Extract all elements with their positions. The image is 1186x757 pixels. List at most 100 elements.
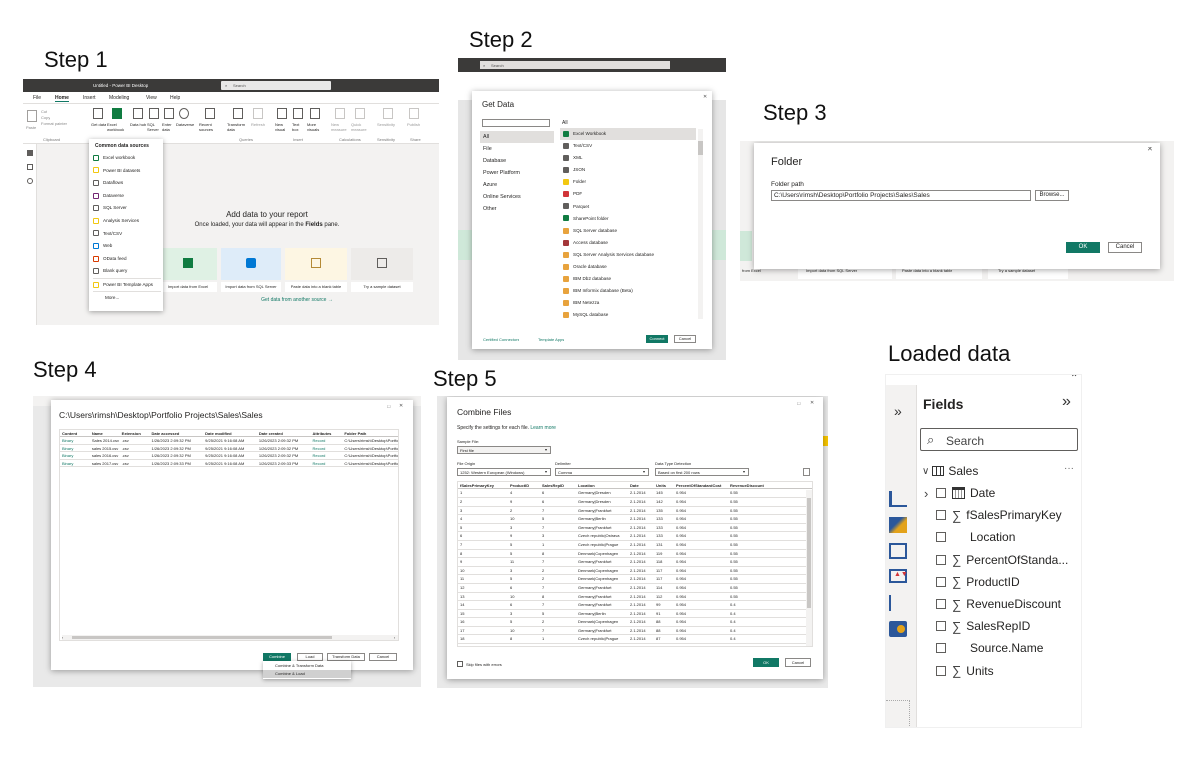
category-all[interactable]: All: [480, 131, 554, 143]
field-fsalesprimarykey[interactable]: ∑ fSalesPrimaryKey: [936, 504, 1081, 526]
table-cell[interactable]: Binary: [60, 452, 90, 458]
field-checkbox[interactable]: [936, 621, 946, 632]
table-cell[interactable]: Record: [311, 452, 343, 458]
card-paste[interactable]: [285, 248, 347, 280]
table-cell[interactable]: Record: [311, 437, 343, 443]
copy-label[interactable]: Copy: [41, 115, 50, 120]
category-azure[interactable]: Azure: [480, 179, 554, 191]
format-painter-label[interactable]: Format painter: [41, 121, 67, 126]
connector-item[interactable]: IBM Db2 database: [560, 273, 696, 285]
card-sql-label[interactable]: Import data from SQL Server: [221, 282, 281, 292]
new-measure-icon[interactable]: [335, 108, 345, 119]
column-header[interactable]: Attributes: [311, 430, 343, 436]
table-cell[interactable]: Record: [311, 460, 343, 466]
scrollbar-thumb[interactable]: [698, 141, 703, 155]
table-cell[interactable]: Binary: [60, 445, 90, 451]
close-icon[interactable]: ✕: [810, 400, 814, 406]
close-icon[interactable]: ✕: [1147, 147, 1153, 153]
table-cell[interactable]: Binary: [60, 437, 90, 443]
dropdown-item[interactable]: Dataverse: [93, 190, 161, 203]
type-detection-select[interactable]: Based on first 200 rows: [655, 468, 749, 476]
get-data-another-link[interactable]: Get data from another source →: [237, 297, 357, 303]
field-productid[interactable]: ∑ ProductID: [936, 571, 1081, 593]
v-scrollbar-thumb[interactable]: [807, 498, 811, 608]
connector-item[interactable]: Folder: [560, 176, 696, 188]
dropdown-item[interactable]: Web: [93, 240, 161, 253]
connector-item[interactable]: XML: [560, 152, 696, 164]
combine-load-item[interactable]: Combine & Load: [263, 670, 351, 678]
get-data-label[interactable]: Get data: [91, 122, 106, 127]
connector-item[interactable]: IBM Informix database (Beta): [560, 285, 696, 297]
field-location[interactable]: Location: [936, 526, 1081, 548]
menu-insert[interactable]: Insert: [83, 95, 96, 101]
sql-server-icon[interactable]: [149, 108, 159, 119]
matrix-icon[interactable]: [889, 543, 907, 559]
fields-search-input[interactable]: ⌕ Search: [920, 428, 1078, 451]
bar-chart-icon[interactable]: [889, 491, 907, 507]
chevron-right-icon[interactable]: ›: [394, 635, 395, 640]
more-options-icon[interactable]: ···: [1064, 463, 1074, 474]
connector-item[interactable]: SQL Server database: [560, 225, 696, 237]
connector-item[interactable]: Parquet: [560, 201, 696, 213]
more-visuals-label[interactable]: More visuals: [307, 122, 325, 132]
cancel-button[interactable]: Cancel: [785, 658, 811, 667]
maximize-icon[interactable]: ☐: [797, 401, 801, 406]
connector-item[interactable]: Oracle database: [560, 261, 696, 273]
dropdown-item[interactable]: Excel workbook: [93, 152, 161, 165]
expand-visualizations-icon[interactable]: »: [894, 403, 902, 419]
field-checkbox[interactable]: [936, 599, 946, 610]
h-scrollbar-thumb[interactable]: [72, 636, 332, 639]
load-button[interactable]: Load: [297, 653, 323, 661]
v-scrollbar[interactable]: [806, 490, 812, 646]
column-header[interactable]: Folder Path: [342, 430, 398, 436]
field-checkbox[interactable]: [936, 576, 946, 587]
transform-data-button[interactable]: Transform Data: [327, 653, 365, 661]
h-scrollbar[interactable]: ‹ ›: [62, 635, 398, 640]
recent-sources-label[interactable]: Recent sources: [199, 122, 221, 132]
column-header[interactable]: Content: [60, 430, 90, 436]
connector-item[interactable]: SQL Server Analysis Services database: [560, 249, 696, 261]
table-cell[interactable]: Binary: [60, 460, 90, 466]
get-data-icon[interactable]: [93, 108, 103, 119]
dropdown-item[interactable]: More...: [93, 290, 161, 304]
dropdown-item[interactable]: OData feed: [93, 253, 161, 266]
column-header[interactable]: Extension: [120, 430, 150, 436]
category-other[interactable]: Other: [480, 203, 554, 215]
collapse-fields-icon[interactable]: »: [1062, 393, 1071, 411]
menu-view[interactable]: View: [146, 95, 157, 101]
recent-sources-icon[interactable]: [205, 108, 215, 119]
close-icon[interactable]: ✕: [703, 94, 707, 100]
column-header[interactable]: Date accessed: [149, 430, 203, 436]
combine-button[interactable]: Combine: [263, 653, 291, 661]
field-checkbox[interactable]: [936, 665, 946, 676]
maximize-icon[interactable]: ☐: [387, 404, 391, 409]
field-checkbox[interactable]: [936, 643, 946, 654]
search-box[interactable]: ⌕ Search: [221, 81, 331, 90]
connector-item[interactable]: MySQL database: [560, 309, 696, 321]
text-box-icon[interactable]: [293, 108, 303, 119]
card-paste-label[interactable]: Paste data into a blank table: [285, 282, 347, 292]
field-salesrepid[interactable]: ∑ SalesRepID: [936, 615, 1081, 637]
refresh-label[interactable]: Refresh: [251, 122, 265, 127]
new-visual-icon[interactable]: [277, 108, 287, 119]
new-visual-label[interactable]: New visual: [275, 122, 289, 132]
field-revenuediscount[interactable]: ∑ RevenueDiscount: [936, 593, 1081, 615]
learn-more-link[interactable]: Learn more: [530, 425, 556, 431]
data-hub-label[interactable]: Data hub: [130, 122, 146, 127]
sensitivity-label[interactable]: Sensitivity: [377, 122, 395, 127]
field-checkbox[interactable]: [936, 488, 946, 499]
category-power-platform[interactable]: Power Platform: [480, 167, 554, 179]
field-checkbox[interactable]: [936, 554, 946, 565]
publish-icon[interactable]: [409, 108, 419, 119]
close-icon[interactable]: ✕: [399, 403, 403, 409]
chevron-right-icon[interactable]: ›: [924, 486, 928, 501]
delimiter-select[interactable]: Comma: [555, 468, 649, 476]
certified-connectors-link[interactable]: Certified Connectors: [483, 337, 519, 342]
refresh-icon[interactable]: [253, 108, 263, 119]
card-sample-label[interactable]: Try a sample dataset: [351, 282, 413, 292]
sample-file-select[interactable]: First file: [457, 446, 551, 454]
kpi-icon[interactable]: ▲▼: [889, 569, 908, 583]
ok-button[interactable]: OK: [753, 658, 779, 667]
dropdown-item[interactable]: Power BI Template Apps: [93, 277, 161, 291]
cancel-button[interactable]: Cancel: [369, 653, 397, 661]
